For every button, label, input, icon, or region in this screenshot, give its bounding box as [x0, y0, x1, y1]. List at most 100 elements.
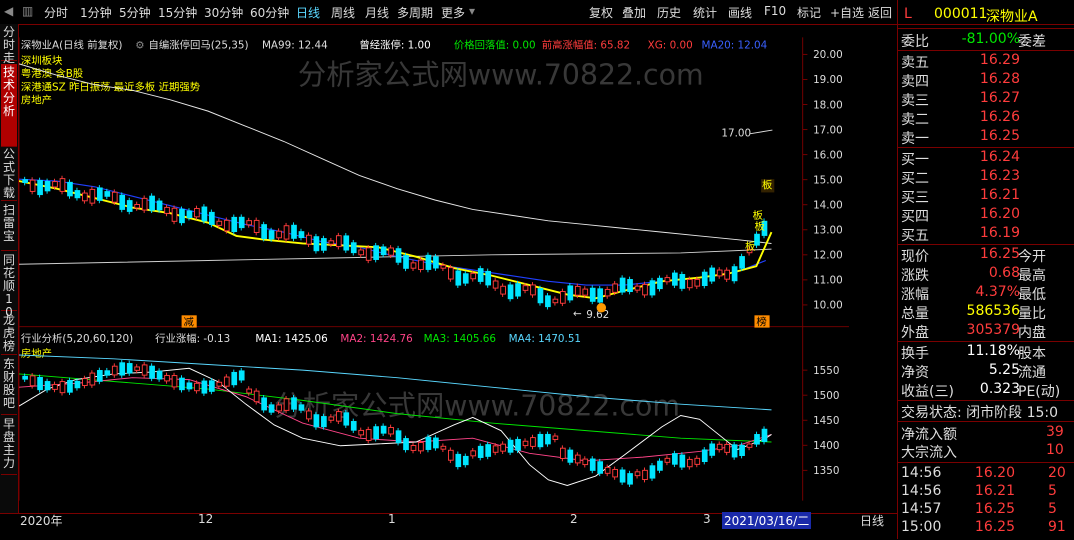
indicator-name: 自编涨停回马(25,35) [149, 39, 249, 52]
pullback-label: 价格回落值: 0.00 [454, 39, 536, 52]
sub-change: 行业涨幅: -0.13 [155, 332, 230, 345]
quote-header: L 000011 深物业A [898, 6, 1074, 25]
add-watchlist-button[interactable]: +自选 [830, 4, 864, 21]
history-button[interactable]: 历史 [657, 4, 681, 21]
fuquan-button[interactable]: 复权 [589, 4, 613, 21]
tab-fenshi-zoushi[interactable]: 分时走势 [1, 26, 17, 78]
tick-row: 14:57 16.25 5 [901, 501, 1057, 517]
candle [126, 363, 133, 374]
tab-15min[interactable]: 15分钟 [158, 4, 197, 21]
left-tab-bar: 分时走势 技术分析 公式下载 扫雷宝 同花顺10 龙虎榜 东财股吧 早盘主力 [0, 24, 19, 514]
tab-longhubang[interactable]: 龙虎榜 [1, 314, 17, 355]
tab-1min[interactable]: 1分钟 [80, 4, 112, 21]
candle [694, 278, 701, 287]
candle [238, 216, 245, 229]
candle [268, 404, 275, 413]
candle [209, 211, 215, 225]
cursor-date-label: 2021/03/16/二 [722, 512, 812, 529]
chevron-down-icon[interactable]: ▾ [469, 4, 475, 18]
candle [425, 254, 432, 270]
main-y-tick: 20.00 [813, 49, 843, 61]
f10-button[interactable]: F10 [764, 4, 786, 18]
ban-label-1: 板 [762, 179, 773, 192]
ma99-label: MA99: 12.44 [262, 40, 328, 52]
candle [37, 376, 43, 391]
candle [343, 412, 350, 426]
candle [462, 273, 469, 284]
tab-zaopan[interactable]: 早盘主力 [1, 418, 17, 475]
main-y-tick: 18.00 [813, 99, 843, 111]
tab-technical-analysis[interactable]: 技术分析 [1, 64, 17, 147]
draw-line-button[interactable]: 画线 [728, 4, 752, 21]
mark-button[interactable]: 标记 [797, 4, 821, 21]
sub-candles [22, 359, 768, 487]
candle [276, 230, 282, 239]
candle [485, 270, 492, 286]
stats-button[interactable]: 统计 [693, 4, 717, 21]
tab-saoleibao[interactable]: 扫雷宝 [1, 204, 17, 251]
candle [365, 429, 372, 441]
candle [350, 242, 357, 254]
candle [731, 266, 738, 282]
candle [589, 458, 596, 471]
sector-line-1: 深圳板块 [21, 54, 63, 67]
candle [134, 366, 141, 371]
tab-30min[interactable]: 30分钟 [204, 4, 243, 21]
tick-row: 14:56 16.20 20 [901, 465, 1066, 481]
candle [29, 375, 36, 387]
tab-weekly[interactable]: 周线 [331, 4, 355, 21]
tab-formula-download[interactable]: 公式下载 [1, 148, 17, 201]
sell-level-row: 卖二 16.26 [901, 109, 1020, 128]
candle [298, 404, 305, 411]
candle [679, 454, 686, 468]
candle [447, 267, 454, 280]
tab-60min[interactable]: 60分钟 [250, 4, 289, 21]
tab-fenshi[interactable]: 分时 [44, 4, 68, 21]
candle [209, 380, 215, 392]
tab-monthly[interactable]: 月线 [365, 4, 389, 21]
return-button[interactable]: 返回 [868, 4, 892, 21]
overlay-button[interactable]: 叠加 [622, 4, 646, 21]
main-y-tick: 10.00 [813, 300, 843, 312]
settings-icon[interactable]: ⚙ [135, 40, 144, 52]
candle [440, 264, 447, 269]
candle [104, 191, 111, 197]
candle [96, 370, 103, 382]
tab-guba[interactable]: 东财股吧 [1, 358, 17, 415]
main-y-tick: 11.00 [813, 275, 843, 287]
back-arrow-icon[interactable]: ◀ [4, 4, 13, 18]
candle [179, 208, 185, 224]
tab-5min[interactable]: 5分钟 [119, 4, 151, 21]
tab-tonghuashun[interactable]: 同花顺10 [1, 254, 17, 319]
tab-multi-period[interactable]: 多周期 [397, 4, 433, 21]
candle [373, 245, 379, 260]
candle [701, 449, 708, 463]
candle [164, 206, 170, 214]
candle [253, 219, 260, 233]
candle [530, 284, 536, 296]
tab-daily[interactable]: 日线 [296, 4, 320, 21]
candle [418, 442, 424, 452]
candle [380, 246, 387, 256]
candle [433, 437, 439, 449]
candle [537, 433, 544, 448]
stat-row: 涨幅 4.37% 最低 [901, 284, 1046, 303]
candle [186, 382, 193, 390]
candle [52, 383, 58, 390]
candle [627, 279, 633, 293]
stock-name: 深物业A [986, 9, 1038, 25]
candle [328, 416, 335, 421]
kline-chart[interactable]: 分析家公式网www.70822.com 分析家公式网www.70822.com … [19, 24, 849, 514]
candle [545, 433, 551, 445]
main-y-tick: 14.00 [813, 199, 843, 211]
candle [89, 188, 96, 204]
candle [141, 364, 148, 376]
candle [515, 283, 521, 297]
tab-more[interactable]: 更多 [441, 4, 465, 21]
candle [627, 473, 633, 485]
candle [657, 277, 663, 290]
list-icon[interactable]: ▥ [22, 4, 33, 18]
ma20-line [19, 178, 767, 286]
buy-level-row: 买一 16.24 [901, 149, 1020, 168]
weibi-value: -81.00% [961, 31, 1020, 47]
